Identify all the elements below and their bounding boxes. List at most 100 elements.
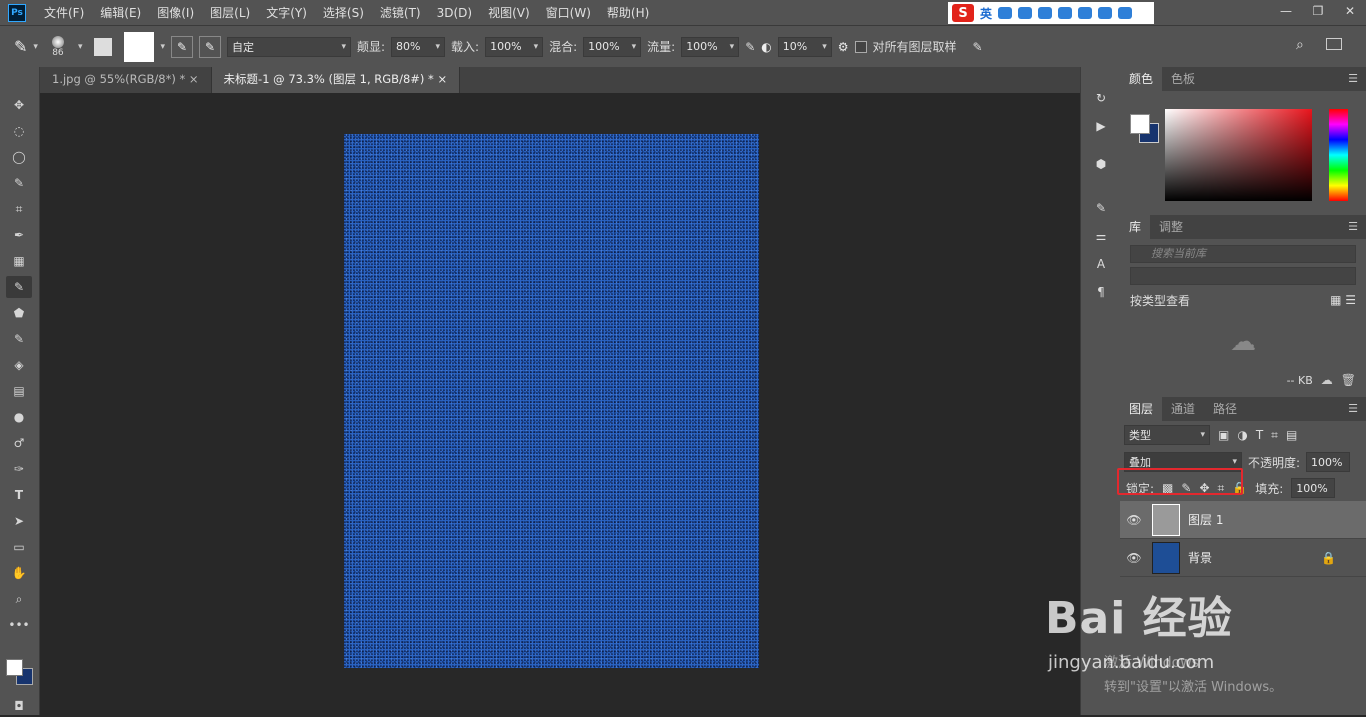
grid-view-icon[interactable]: ▦ ☰ xyxy=(1330,293,1356,307)
rate-input[interactable]: 100% ▾ xyxy=(681,36,740,57)
filter-shape-icon[interactable]: ⌗ xyxy=(1271,428,1278,443)
mix-input[interactable]: 100% ▾ xyxy=(583,36,642,57)
gradient-tool-icon[interactable]: ▤ xyxy=(6,380,32,402)
menu-type[interactable]: 文字(Y) xyxy=(258,4,315,21)
close-icon[interactable]: × xyxy=(437,72,447,86)
fill-input[interactable]: 100% xyxy=(1291,478,1336,498)
restore-icon[interactable]: ❐ xyxy=(1302,0,1334,25)
path-select-icon[interactable]: ➤ xyxy=(6,510,32,532)
lasso-tool-icon[interactable]: ◯ xyxy=(6,146,32,168)
blur-tool-icon[interactable]: ● xyxy=(6,406,32,428)
layer-thumbnail[interactable] xyxy=(1152,541,1180,574)
panel-menu-icon[interactable]: ☰ xyxy=(1348,72,1358,85)
move-tool-icon[interactable]: ✥ xyxy=(6,94,32,116)
eraser-tool-icon[interactable]: ◈ xyxy=(6,354,32,376)
view-by-type-label[interactable]: 按类型查看 xyxy=(1130,292,1190,309)
filter-type-icon[interactable]: T xyxy=(1256,428,1263,442)
menu-layer[interactable]: 图层(L) xyxy=(202,4,258,21)
close-icon[interactable]: ✕ xyxy=(1334,0,1366,25)
eye-icon[interactable]: 👁 xyxy=(1120,513,1148,527)
layer-row[interactable]: 👁 背景 🔒 xyxy=(1120,539,1366,577)
crop-tool-icon[interactable]: ⌗ xyxy=(6,198,32,220)
sogou-logo[interactable]: S xyxy=(952,4,974,22)
quick-select-icon[interactable]: ✎ xyxy=(6,172,32,194)
user-icon[interactable] xyxy=(1078,7,1093,19)
tab-color[interactable]: 颜色 xyxy=(1120,67,1163,91)
stamp-tool-icon[interactable]: ⬟ xyxy=(6,302,32,324)
quick-mask-icon[interactable]: ◘ xyxy=(6,695,32,717)
dodge-tool-icon[interactable]: ♂ xyxy=(6,432,32,454)
healing-brush-icon[interactable]: ▦ xyxy=(6,250,32,272)
airbrush-toggle-icon[interactable]: ✎ xyxy=(745,40,755,54)
filter-adjust-icon[interactable]: ◑ xyxy=(1237,428,1247,442)
menu-filter[interactable]: 滤镜(T) xyxy=(372,4,429,21)
brush-mode-icon[interactable]: ✎ xyxy=(199,35,221,58)
character-icon[interactable]: A xyxy=(1089,253,1113,275)
hue-slider[interactable] xyxy=(1329,109,1348,201)
chevron-down-icon[interactable]: ▾ xyxy=(160,42,165,52)
punct-icon[interactable] xyxy=(998,7,1013,19)
marquee-tool-icon[interactable]: ◌ xyxy=(6,120,32,142)
opacity-input[interactable]: 80% ▾ xyxy=(391,36,446,57)
color-swatch[interactable] xyxy=(124,31,155,62)
pen-tool-icon[interactable]: ✑ xyxy=(6,458,32,480)
tab-1jpg[interactable]: 1.jpg @ 55%(RGB/8*) * × xyxy=(40,67,212,93)
menu-file[interactable]: 文件(F) xyxy=(36,4,92,21)
cloud-icon[interactable]: ☁ xyxy=(1321,373,1333,387)
chevron-down-icon[interactable]: ▾ xyxy=(78,42,83,52)
history-brush-icon[interactable]: ✎ xyxy=(6,328,32,350)
airbrush-icon[interactable]: ✎ xyxy=(171,35,193,58)
brush-tool-icon[interactable]: ✎ xyxy=(14,37,27,56)
menu-window[interactable]: 窗口(W) xyxy=(538,4,599,21)
keyboard-icon[interactable] xyxy=(1058,7,1073,19)
panel-menu-icon[interactable]: ☰ xyxy=(1348,402,1358,415)
pressure-icon[interactable]: ✎ xyxy=(973,40,983,54)
eye-icon[interactable]: 👁 xyxy=(1120,551,1148,565)
ime-lang[interactable]: 英 xyxy=(980,5,992,22)
search-icon[interactable]: ⌕ xyxy=(1296,37,1304,53)
layer-thumbnail[interactable] xyxy=(1152,503,1180,536)
ime-toolbar[interactable]: S 英 xyxy=(948,2,1154,24)
type-tool-icon[interactable]: T xyxy=(6,484,32,506)
close-icon[interactable]: × xyxy=(189,72,199,86)
brush-preset[interactable]: 86 xyxy=(44,31,72,63)
layer-name[interactable]: 背景 xyxy=(1188,549,1212,566)
mode-select[interactable]: 自定 ▾ xyxy=(227,36,351,57)
layer-filter-select[interactable]: 类型 ▾ xyxy=(1124,425,1210,445)
skin-icon[interactable] xyxy=(1098,7,1113,19)
tab-library[interactable]: 库 xyxy=(1120,215,1151,239)
smoothing-icon[interactable]: ◐ xyxy=(761,40,771,54)
rectangle-tool-icon[interactable]: ▭ xyxy=(6,536,32,558)
emoji-icon[interactable] xyxy=(1018,7,1033,19)
history-icon[interactable]: ↻ xyxy=(1089,87,1113,109)
hand-tool-icon[interactable]: ✋ xyxy=(6,562,32,584)
layer-name[interactable]: 图层 1 xyxy=(1188,511,1223,528)
more-tools-icon[interactable]: ••• xyxy=(6,614,32,636)
menu-image[interactable]: 图像(I) xyxy=(149,4,202,21)
play-icon[interactable]: ▶ xyxy=(1089,115,1113,137)
brush-panel-icon[interactable] xyxy=(94,37,113,56)
layer-opacity-input[interactable]: 100% xyxy=(1306,452,1351,472)
brush-tool-icon[interactable]: ✎ xyxy=(6,276,32,298)
tab-channels[interactable]: 通道 xyxy=(1162,397,1204,421)
voice-icon[interactable] xyxy=(1038,7,1053,19)
foreground-color-swatch[interactable] xyxy=(6,659,23,676)
menu-select[interactable]: 选择(S) xyxy=(315,4,372,21)
menu-edit[interactable]: 编辑(E) xyxy=(92,4,149,21)
trash-icon[interactable]: 🗑 xyxy=(1341,373,1356,387)
adjust-icon[interactable]: ⚌ xyxy=(1089,225,1113,247)
3d-icon[interactable]: ⬢ xyxy=(1089,153,1113,175)
menu-3d[interactable]: 3D(D) xyxy=(429,6,480,20)
layer-row[interactable]: 👁 图层 1 xyxy=(1120,501,1366,539)
tab-paths[interactable]: 路径 xyxy=(1204,397,1246,421)
grid-icon[interactable] xyxy=(1118,7,1133,19)
tab-swatches[interactable]: 色板 xyxy=(1162,67,1204,91)
filter-smart-icon[interactable]: ▤ xyxy=(1286,428,1297,442)
menu-help[interactable]: 帮助(H) xyxy=(599,4,657,21)
paragraph-icon[interactable]: ¶ xyxy=(1089,281,1113,303)
library-select[interactable] xyxy=(1130,267,1356,285)
workspace-icon[interactable] xyxy=(1326,38,1342,50)
flow-input[interactable]: 100% ▾ xyxy=(485,36,544,57)
eyedropper-icon[interactable]: ✒ xyxy=(6,224,32,246)
filter-pixel-icon[interactable]: ▣ xyxy=(1218,428,1229,442)
